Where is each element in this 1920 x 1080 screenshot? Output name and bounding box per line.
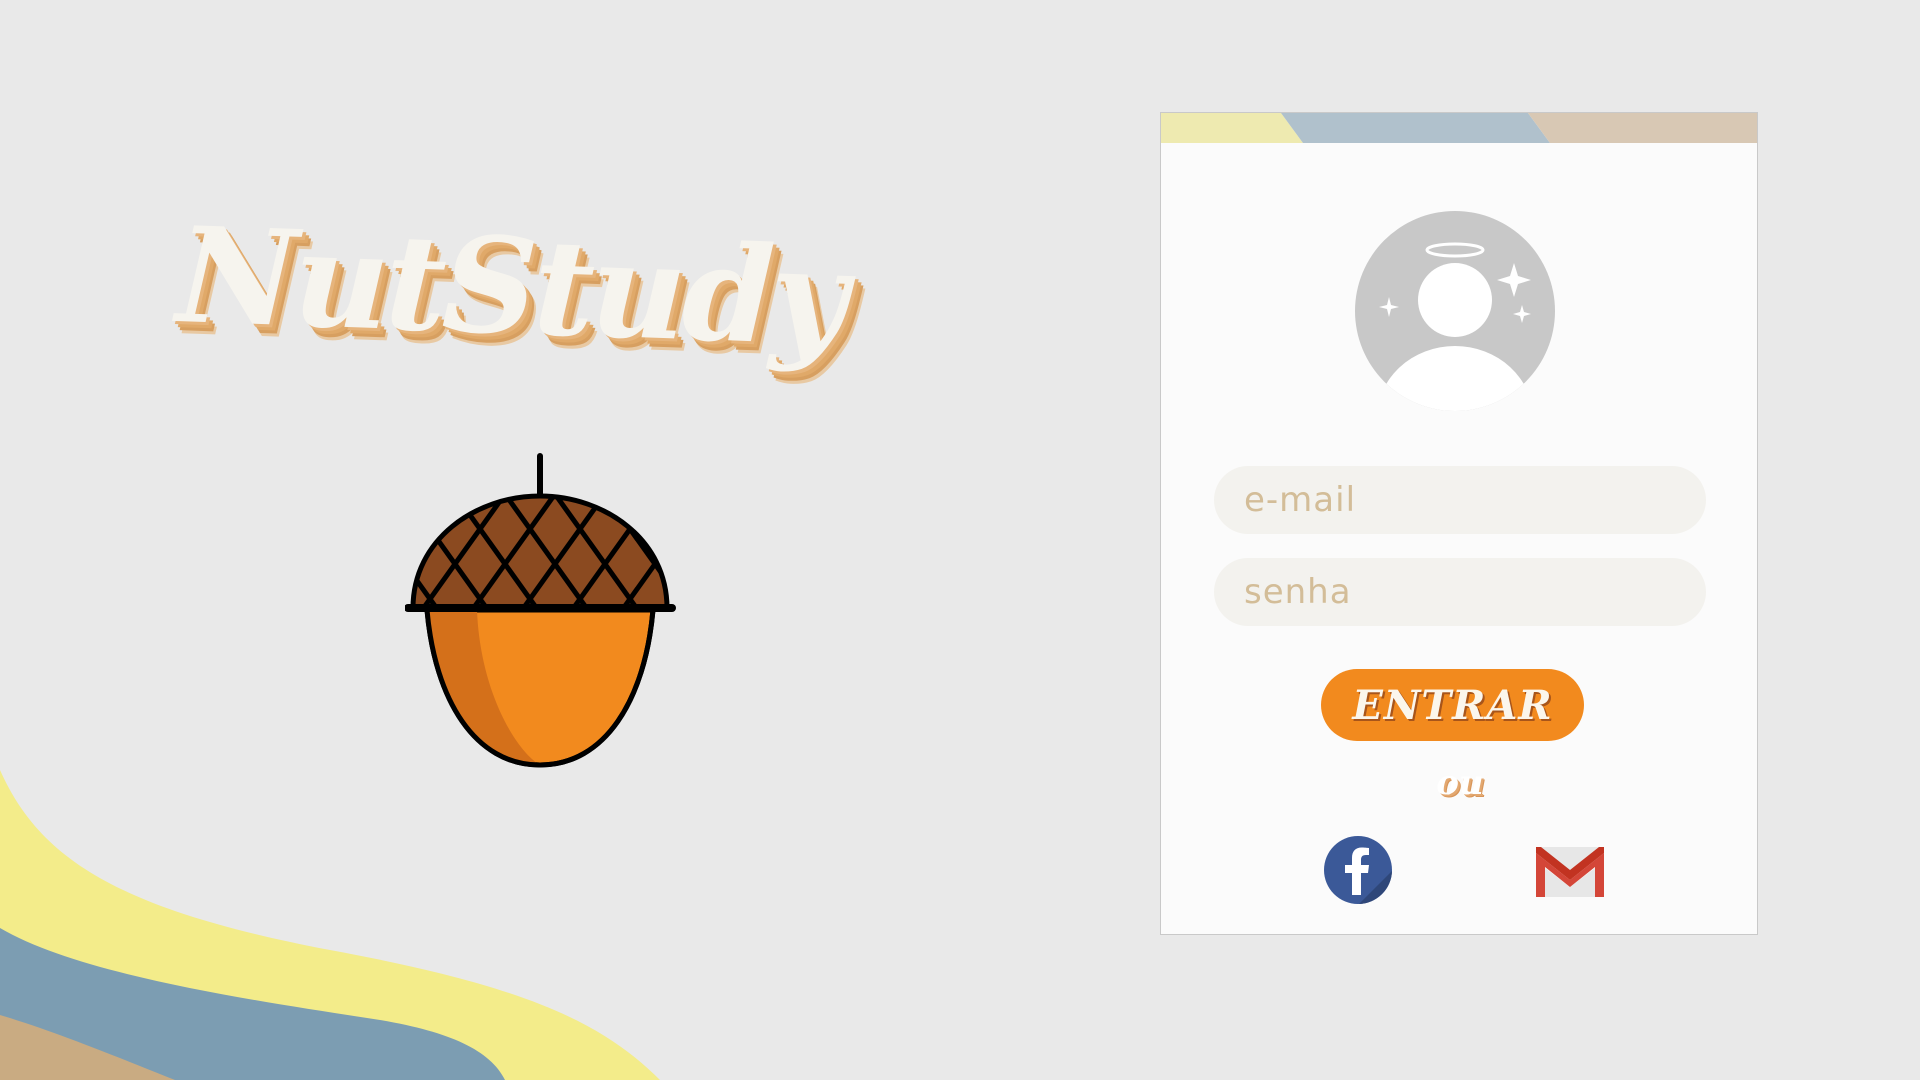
facebook-icon[interactable] bbox=[1323, 835, 1393, 905]
divider-text: ou bbox=[1436, 763, 1484, 803]
login-button[interactable]: ENTRAR bbox=[1321, 669, 1584, 741]
password-field[interactable] bbox=[1214, 558, 1706, 626]
login-card: ENTRAR ou bbox=[1160, 112, 1758, 935]
card-header-stripe bbox=[1161, 113, 1757, 143]
gmail-icon[interactable] bbox=[1533, 843, 1607, 901]
avatar-icon bbox=[1355, 211, 1555, 411]
brand-title: NutStudy bbox=[174, 198, 847, 377]
acorn-logo bbox=[405, 453, 676, 768]
email-field[interactable] bbox=[1214, 466, 1706, 534]
